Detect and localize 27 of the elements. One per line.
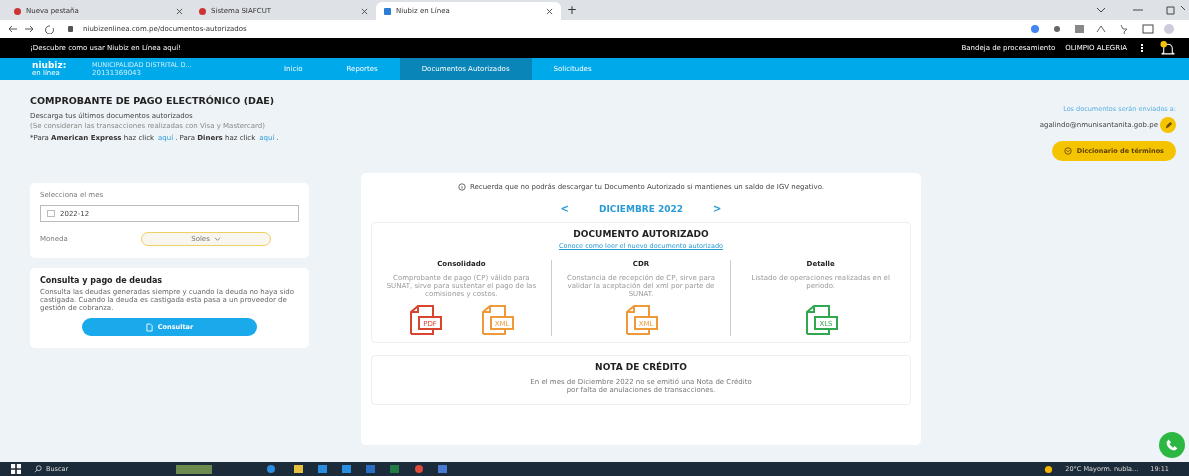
previous-month-button[interactable]: < bbox=[560, 203, 569, 215]
debts-title: Consulta y pago de deudas bbox=[40, 276, 164, 286]
search-icon bbox=[34, 465, 42, 473]
logo[interactable]: niubiz: bbox=[32, 61, 92, 69]
chevron-down-icon bbox=[213, 236, 221, 242]
document-icon bbox=[145, 322, 153, 332]
start-icon[interactable] bbox=[10, 464, 22, 474]
weather-icon[interactable] bbox=[1044, 464, 1054, 474]
close-icon[interactable] bbox=[176, 7, 183, 15]
bell-icon[interactable] bbox=[1159, 40, 1177, 56]
edit-button[interactable] bbox=[1160, 117, 1176, 133]
chat-button[interactable] bbox=[1159, 432, 1185, 458]
close-icon[interactable] bbox=[361, 7, 368, 15]
section-title: DOCUMENTO AUTORIZADO bbox=[573, 229, 709, 240]
section-title: NOTA DE CRÉDITO bbox=[595, 362, 687, 373]
page-title: COMPROBANTE DE PAGO ELECTRÓNICO (DAE) bbox=[30, 95, 276, 106]
chevron-circle-icon bbox=[1063, 147, 1072, 156]
info-icon bbox=[457, 183, 466, 192]
period-label: DICIEMBRE 2022 bbox=[599, 203, 683, 214]
tab-favicon-icon bbox=[14, 7, 21, 15]
pencil-icon bbox=[1163, 120, 1173, 130]
close-icon[interactable] bbox=[546, 7, 553, 15]
tab-favicon-icon bbox=[199, 7, 206, 15]
new-tab-button[interactable]: + bbox=[561, 3, 584, 17]
next-month-button[interactable]: > bbox=[713, 203, 722, 215]
tab-favicon-icon bbox=[384, 7, 391, 15]
more-icon[interactable] bbox=[1141, 44, 1145, 52]
